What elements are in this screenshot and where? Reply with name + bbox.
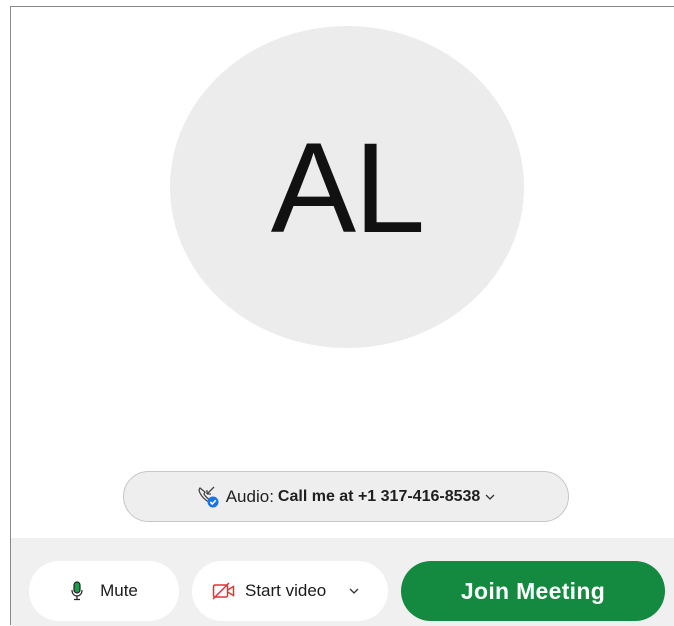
audio-label: Audio: xyxy=(225,486,274,506)
control-bar: Mute Start video Join Meeting xyxy=(11,538,674,626)
phone-callback-icon xyxy=(196,485,220,509)
start-video-button[interactable]: Start video xyxy=(192,561,388,621)
start-video-label: Start video xyxy=(245,581,327,600)
mute-button[interactable]: Mute xyxy=(29,561,179,621)
mute-label: Mute xyxy=(100,581,138,600)
video-off-icon xyxy=(212,582,236,600)
microphone-icon xyxy=(70,581,84,601)
avatar: AL xyxy=(170,26,524,348)
avatar-initials: AL xyxy=(270,117,426,260)
join-meeting-button[interactable]: Join Meeting xyxy=(401,561,665,621)
audio-option-value: Call me at +1 317-416-8538 xyxy=(277,487,481,505)
chevron-down-icon xyxy=(484,491,496,503)
video-options-chevron-icon[interactable] xyxy=(348,585,360,597)
audio-connection-selector[interactable]: Audio: Call me at +1 317-416-8538 xyxy=(123,471,569,522)
meeting-preview-window: AL Audio: Call me at +1 317-416-8538 Mut… xyxy=(10,6,674,626)
